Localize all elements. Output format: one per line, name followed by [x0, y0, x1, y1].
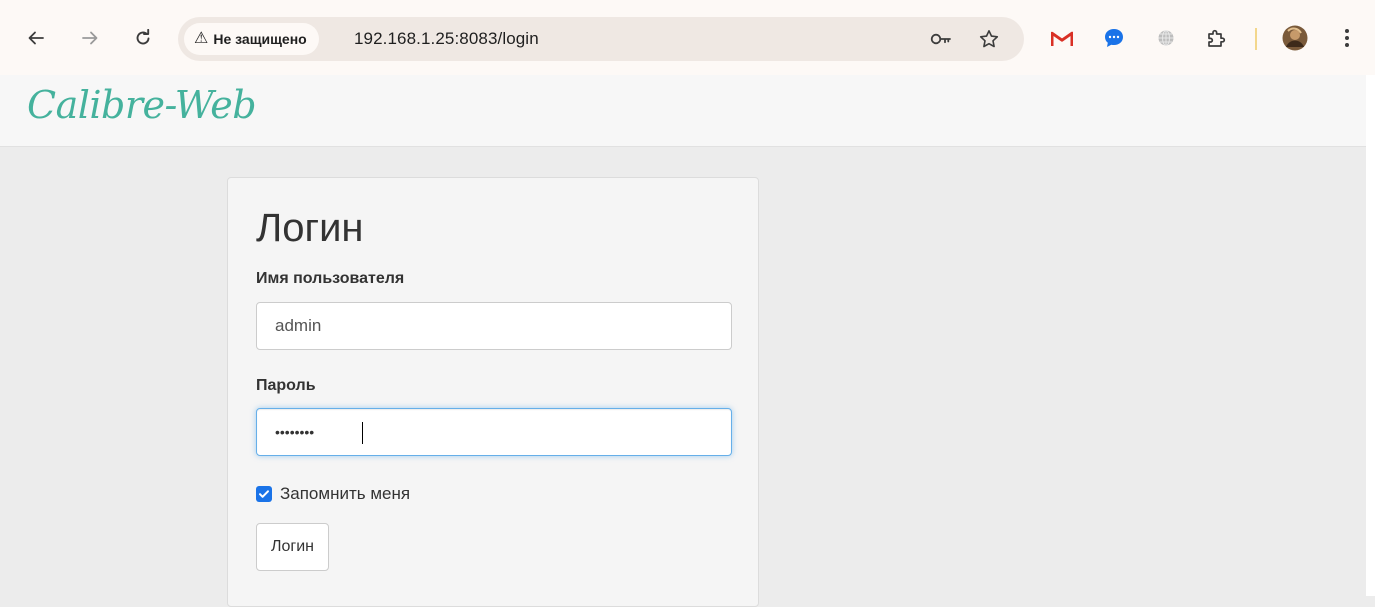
chat-bubble-icon [1105, 29, 1123, 47]
security-label: Не защищено [213, 31, 307, 47]
arrow-right-icon [82, 31, 98, 45]
star-icon [979, 30, 999, 48]
remember-me-checkbox[interactable] [256, 486, 272, 502]
remember-me-row[interactable]: Запомнить меня [256, 484, 410, 504]
password-label: Пароль [256, 377, 316, 394]
globe-icon [1158, 30, 1174, 46]
gmail-icon [1051, 31, 1073, 46]
arrow-left-icon [28, 31, 44, 45]
translate-extension-button[interactable] [1152, 24, 1180, 52]
app-navbar: Calibre-Web [0, 75, 1366, 147]
kebab-menu-icon [1345, 29, 1349, 47]
back-button[interactable] [22, 24, 50, 52]
forward-button[interactable] [76, 24, 104, 52]
username-label: Имя пользователя [256, 270, 405, 287]
text-caret [362, 422, 363, 444]
login-submit-button[interactable]: Логин [256, 523, 330, 571]
username-input[interactable] [256, 302, 732, 350]
reload-icon [136, 29, 150, 45]
page-right-edge [1366, 75, 1375, 596]
brand-logo[interactable]: Calibre-Web [27, 83, 257, 127]
toolbar-divider [1255, 28, 1257, 50]
bookmark-button[interactable] [976, 26, 1002, 52]
browser-menu-button[interactable] [1333, 24, 1361, 52]
reload-button[interactable] [129, 24, 157, 52]
login-panel: Логин Имя пользователя Пароль •••••••• З… [227, 177, 759, 607]
puzzle-icon [1208, 29, 1226, 47]
address-bar[interactable]: ⚠ Не защищено 192.168.1.25:8083/login [178, 17, 1024, 61]
browser-toolbar: ⚠ Не защищено 192.168.1.25:8083/login [0, 0, 1375, 75]
password-manager-button[interactable] [928, 26, 954, 52]
page-content: Calibre-Web Логин Имя пользователя Парол… [0, 75, 1375, 607]
password-mask: •••••••• [275, 424, 315, 440]
messenger-extension-button[interactable] [1100, 24, 1128, 52]
profile-button[interactable] [1281, 24, 1309, 52]
warning-triangle-icon: ⚠ [194, 30, 209, 47]
checkmark-icon [259, 490, 269, 498]
extensions-button[interactable] [1202, 24, 1230, 52]
avatar-icon [1282, 25, 1308, 51]
browser-chrome: ⚠ Не защищено 192.168.1.25:8083/login [0, 0, 1375, 75]
url-text[interactable]: 192.168.1.25:8083/login [354, 29, 539, 49]
gmail-extension-button[interactable] [1048, 24, 1076, 52]
security-indicator[interactable]: ⚠ Не защищено [184, 23, 319, 55]
key-icon [930, 33, 951, 45]
remember-me-label: Запомнить меня [280, 484, 411, 503]
password-input[interactable]: •••••••• [256, 408, 732, 456]
login-title: Логин [256, 206, 364, 250]
